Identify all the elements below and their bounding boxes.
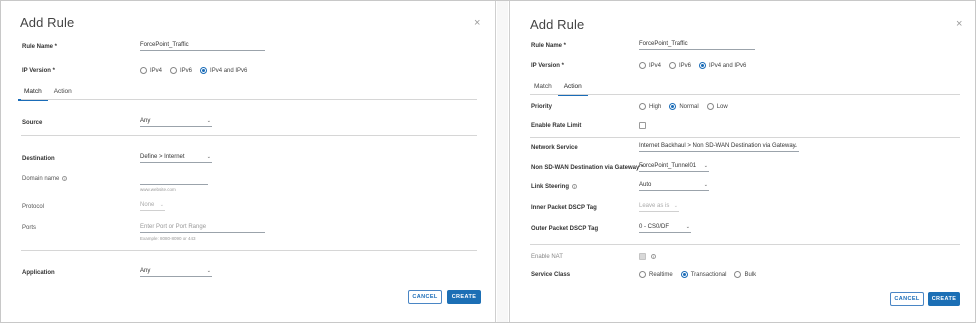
rule-name-input[interactable]: ForcePoint_Traffic [140,41,265,51]
nsd-gateway-select[interactable]: ForcePoint_Tunnel01 ⌄ [639,162,709,172]
chevron-down-icon: ⌄ [206,154,211,160]
ip-option-ipv4[interactable]: IPv4 [140,67,162,74]
ip-option-ipv4-and-ipv6[interactable]: IPv4 and IPv6 [699,62,746,69]
enable-rate-limit-checkbox[interactable] [639,122,646,129]
chevron-down-icon: ⌄ [685,224,690,230]
priority-low[interactable]: Low [706,103,728,110]
radio-icon [669,62,677,69]
enable-rate-limit-label: Enable Rate Limit [531,123,582,129]
domain-name-input[interactable] [140,175,208,185]
radio-icon [734,271,742,278]
ip-option-ipv6[interactable]: IPv6 [669,62,691,69]
network-service-label: Network Service [531,145,578,151]
priority-high[interactable]: High [639,103,661,110]
rule-name-input[interactable]: ForcePoint_Traffic [639,40,755,50]
link-steering-select[interactable]: Auto ⌄ [639,181,709,191]
protocol-label: Protocol [22,204,45,210]
close-icon[interactable]: × [474,18,480,29]
ports-input[interactable]: Enter Port or Port Range [140,223,265,233]
rule-name-label: Rule Name * [531,43,567,49]
add-rule-dialog-action: Add Rule × Rule Name * ForcePoint_Traffi… [509,1,975,322]
service-class-realtime[interactable]: Realtime [639,271,673,278]
cancel-button[interactable]: CANCEL [890,292,924,306]
chevron-down-icon: ⌄ [703,163,708,169]
service-class-label: Service Class [531,272,571,278]
source-divider [21,135,477,136]
ip-option-ipv6[interactable]: IPv6 [170,67,192,74]
info-icon[interactable]: i [651,254,656,259]
radio-icon [639,62,646,69]
domain-name-hint: www.website.com [140,187,176,192]
create-button[interactable]: CREATE [447,290,481,304]
chevron-down-icon: ⌄ [159,202,164,208]
radio-selected-icon [669,103,677,110]
priority-label: Priority [531,104,553,110]
radio-selected-icon [699,62,707,69]
tabs-divider [530,94,960,95]
info-icon[interactable]: i [572,184,578,189]
enable-nat-checkbox[interactable] [639,253,646,260]
destination-label: Destination [22,156,55,162]
dialog-title: Add Rule [530,17,585,32]
service-class-radio-group: Realtime Transactional Bulk [639,271,760,278]
cancel-button[interactable]: CANCEL [408,290,442,304]
ip-version-label: IP Version * [22,68,55,74]
nsd-gateway-label: Non SD-WAN Destination via Gateway * [531,165,644,171]
ports-hint: Example: 8080-8090 or 443 [140,236,196,241]
rule-name-label: Rule Name * [22,44,58,50]
domain-name-label: Domain name i [22,176,68,182]
ip-option-ipv4[interactable]: IPv4 [639,62,661,69]
ip-version-label: IP Version * [531,63,564,69]
source-label: Source [22,120,43,126]
source-select[interactable]: Any ⌄ [140,117,212,127]
radio-selected-icon [200,67,208,74]
dialog-title: Add Rule [20,15,75,30]
radio-selected-icon [680,271,688,278]
info-icon[interactable]: i [62,176,68,181]
panel-gap [497,1,508,322]
radio-icon [140,67,147,74]
application-label: Application [22,270,55,276]
outer-dscp-select[interactable]: 0 - CS0/DF ⌄ [639,223,691,233]
inner-dscp-select[interactable]: Leave as is ⌄ [639,202,679,212]
service-class-transactional[interactable]: Transactional [680,271,726,278]
chevron-down-icon: ⌄ [793,143,798,149]
enable-nat-label: Enable NAT [531,254,563,260]
ports-divider [21,250,477,251]
service-class-bulk[interactable]: Bulk [734,271,756,278]
radio-icon [170,67,178,74]
chevron-down-icon: ⌄ [703,182,708,188]
rate-limit-divider [530,137,960,138]
chevron-down-icon: ⌄ [673,203,678,209]
link-steering-label: Link Steering i [531,184,578,190]
tabs-divider [21,99,477,100]
destination-select[interactable]: Define > Internet ⌄ [140,153,212,163]
ip-version-radio-group: IPv4 IPv6 IPv4 and IPv6 [140,67,251,74]
application-select[interactable]: Any ⌄ [140,267,212,277]
outer-dscp-label: Outer Packet DSCP Tag [531,226,599,232]
close-icon[interactable]: × [956,19,962,30]
add-rule-dialog-match: Add Rule × Rule Name * ForcePoint_Traffi… [1,1,496,322]
chevron-down-icon: ⌄ [206,118,211,124]
priority-radio-group: High Normal Low [639,103,732,110]
network-service-select[interactable]: Internet Backhaul > Non SD-WAN Destinati… [639,142,799,152]
ports-label: Ports [22,225,37,231]
radio-icon [706,103,714,110]
ip-option-ipv4-and-ipv6[interactable]: IPv4 and IPv6 [200,67,247,74]
create-button[interactable]: CREATE [928,292,960,306]
dscp-divider [530,244,960,245]
radio-icon [639,103,646,110]
chevron-down-icon: ⌄ [206,268,211,274]
ip-version-radio-group: IPv4 IPv6 IPv4 and IPv6 [639,62,750,69]
protocol-select[interactable]: None ⌄ [140,201,165,211]
priority-normal[interactable]: Normal [669,103,699,110]
radio-icon [639,271,646,278]
inner-dscp-label: Inner Packet DSCP Tag [531,205,597,211]
